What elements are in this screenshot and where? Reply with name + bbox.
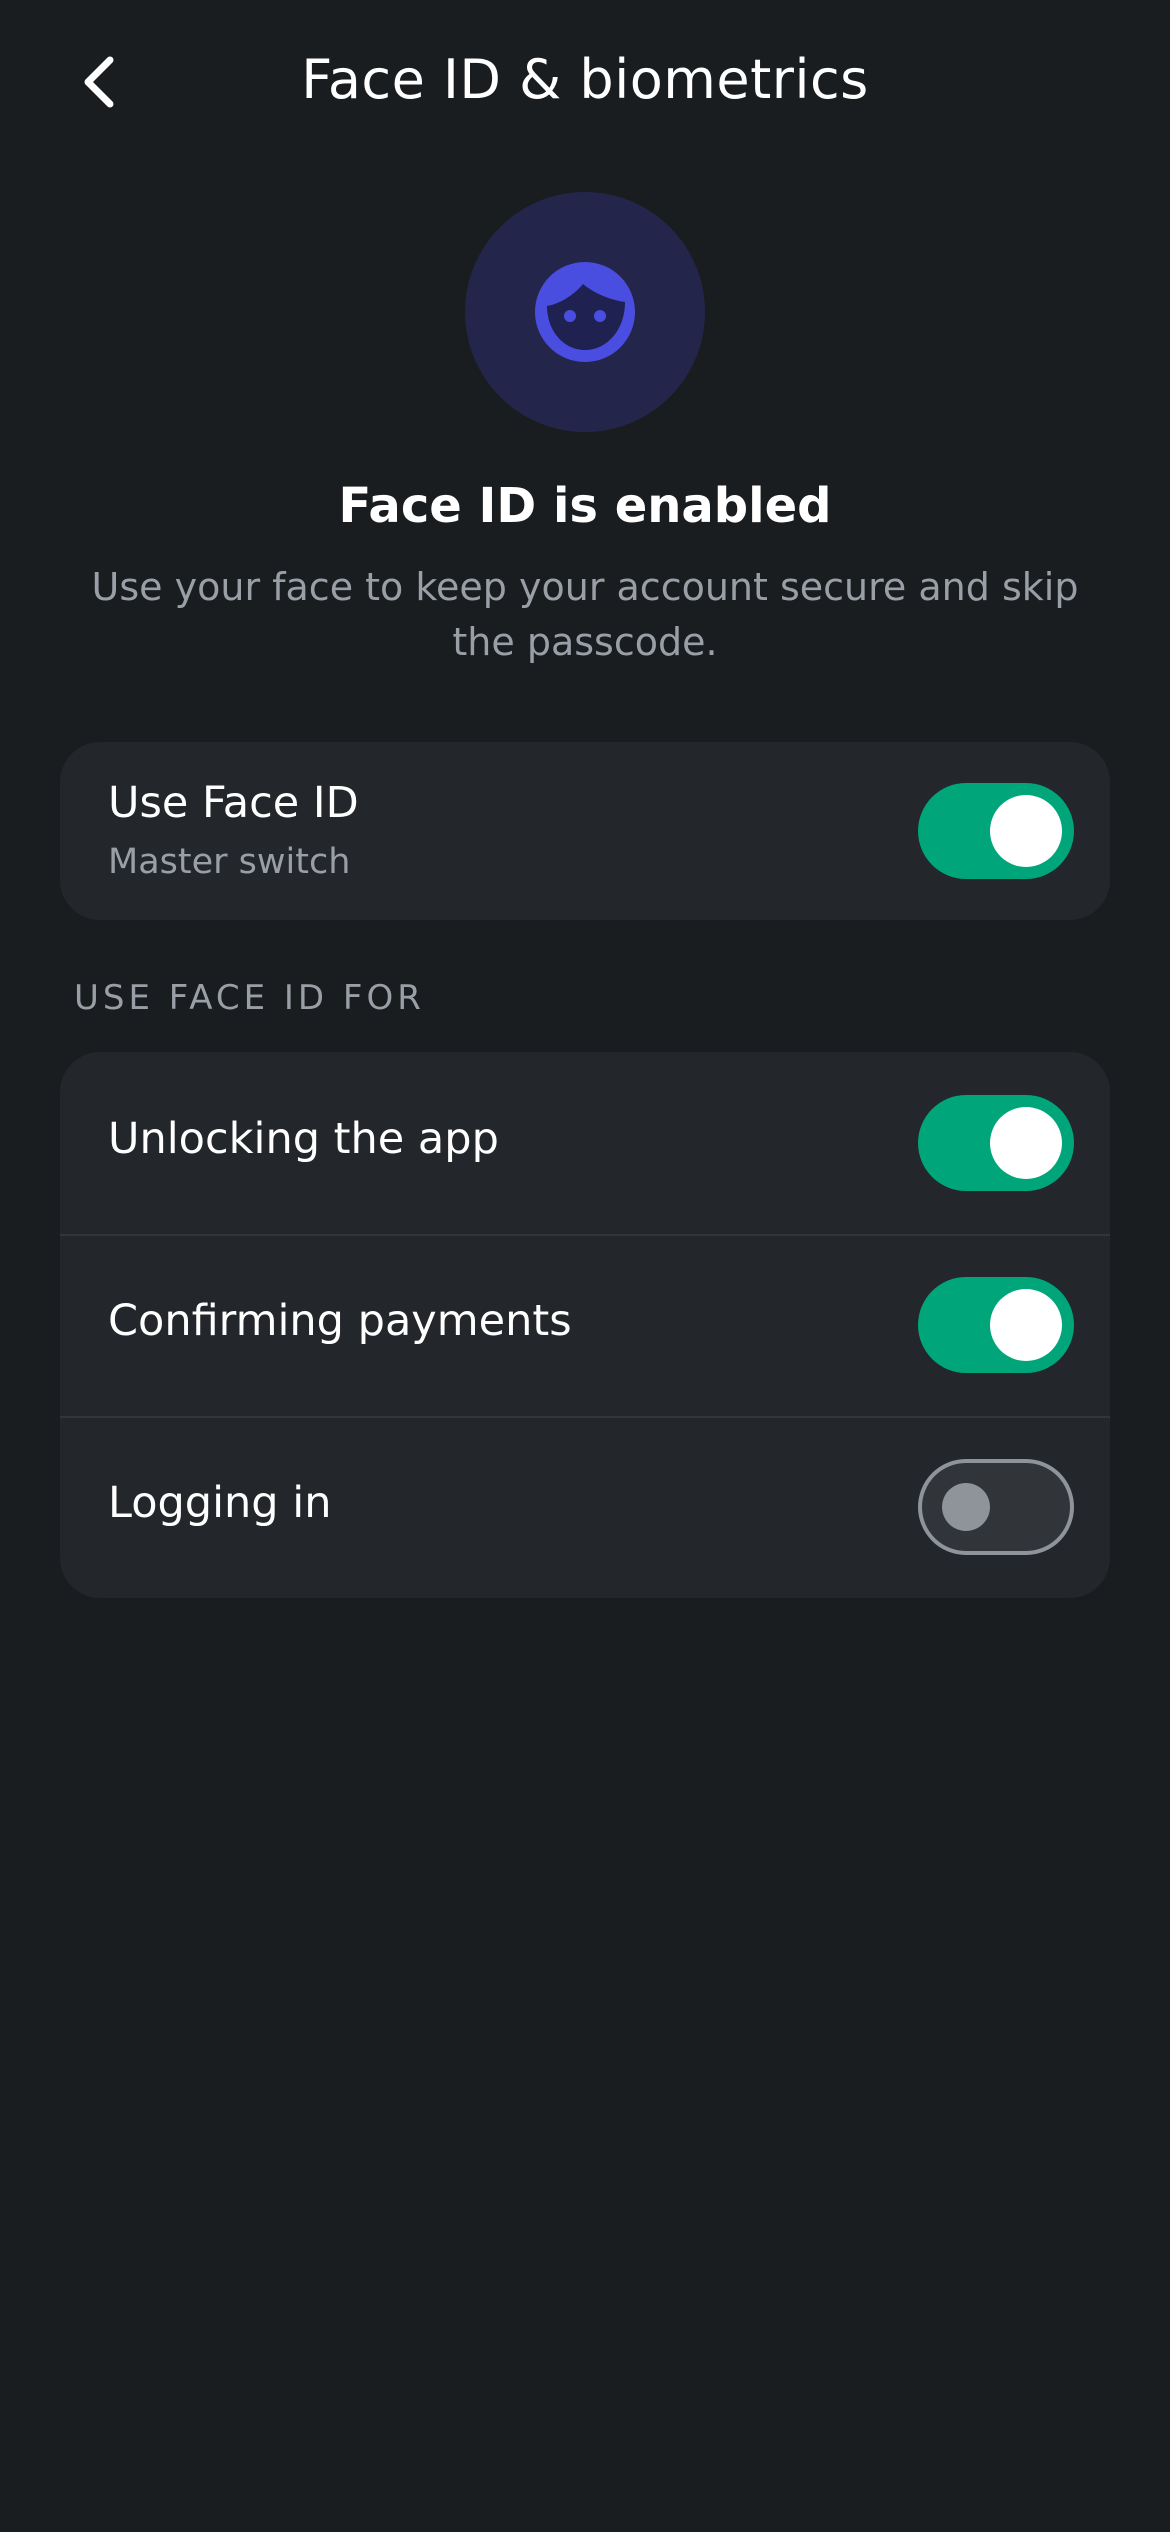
list-item-logging-in: Logging in (60, 1416, 1110, 1598)
face-id-uses-card: Unlocking the app Confirming payments Lo… (60, 1052, 1110, 1598)
logging-in-toggle[interactable] (918, 1459, 1074, 1555)
list-item-confirming-payments: Confirming payments (60, 1234, 1110, 1416)
status-description: Use your face to keep your account secur… (91, 565, 1079, 664)
toggle-knob (942, 1483, 990, 1531)
section-label: USE FACE ID FOR (74, 978, 425, 1018)
master-switch-card: Use Face ID Master switch (60, 742, 1110, 920)
list-item-label: Unlocking the app (108, 1114, 499, 1164)
face-icon (535, 262, 635, 362)
list-item-label: Confirming payments (108, 1296, 572, 1346)
status-title: Face ID is enabled (338, 478, 832, 534)
confirming-payments-toggle[interactable] (918, 1277, 1074, 1373)
master-face-id-toggle[interactable] (918, 783, 1074, 879)
list-item-label: Logging in (108, 1478, 332, 1528)
page-title: Face ID & biometrics (301, 48, 869, 111)
master-switch-sublabel: Master switch (108, 842, 351, 882)
face-icon-badge (465, 192, 705, 432)
list-item-unlocking-app: Unlocking the app (60, 1052, 1110, 1234)
master-switch-label: Use Face ID (108, 778, 359, 828)
toggle-knob (990, 1107, 1062, 1179)
toggle-knob (990, 1289, 1062, 1361)
unlocking-app-toggle[interactable] (918, 1095, 1074, 1191)
header: Face ID & biometrics (0, 0, 1170, 170)
toggle-knob (990, 795, 1062, 867)
